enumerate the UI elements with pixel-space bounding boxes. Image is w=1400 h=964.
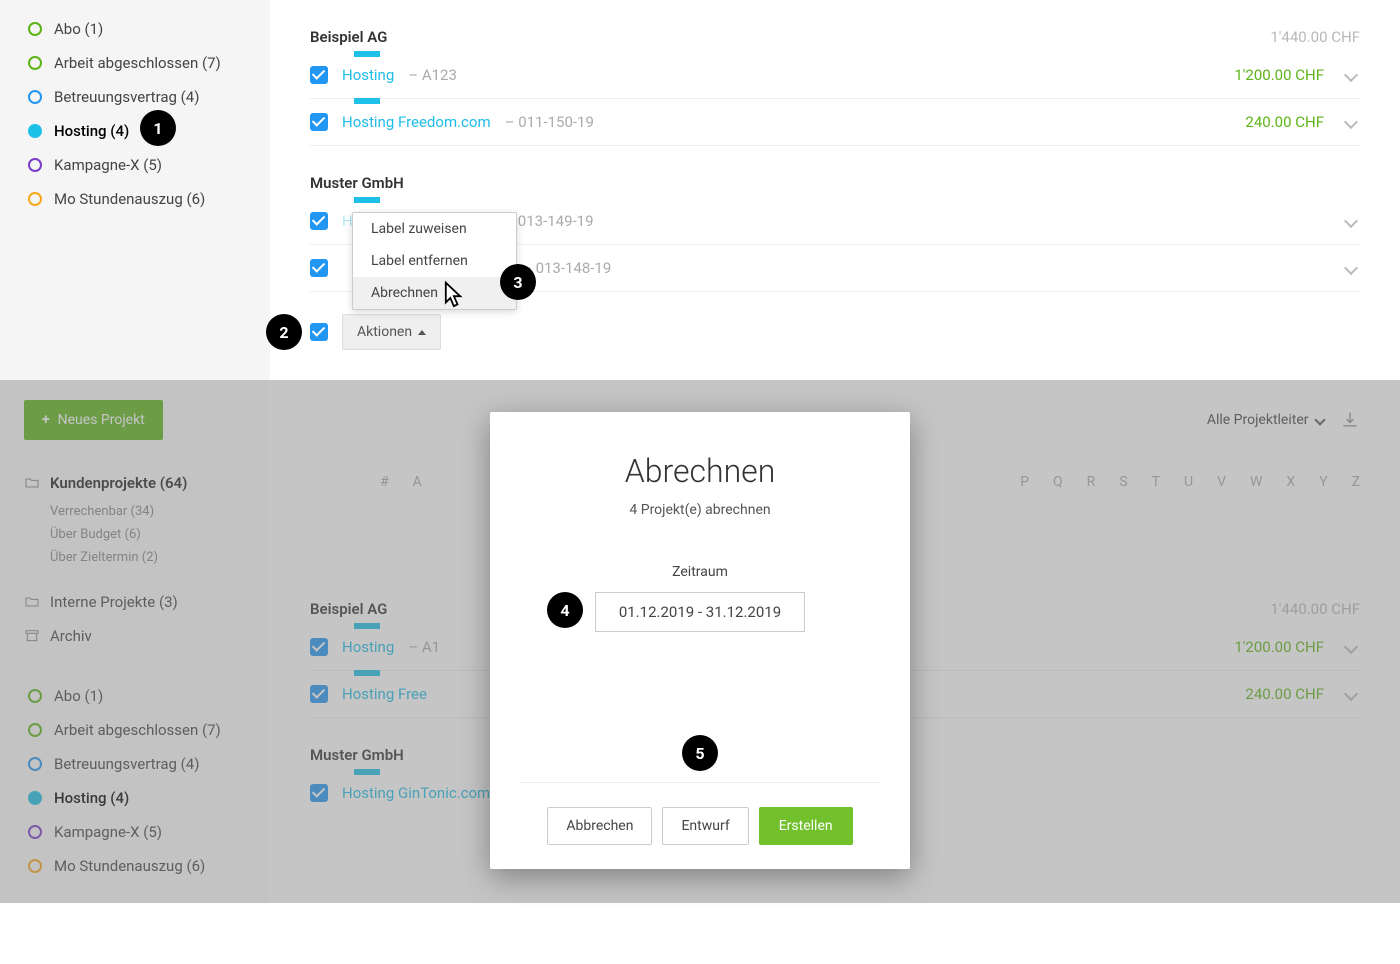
project-code: – 011-150-19 <box>505 113 594 131</box>
checkbox-select-all[interactable] <box>310 323 328 341</box>
actions-button[interactable]: Aktionen <box>342 314 441 350</box>
checkbox-icon[interactable] <box>310 212 328 230</box>
circle-icon <box>28 124 42 138</box>
step-badge-1: 1 <box>140 110 176 146</box>
label-text: Kampagne-X (5) <box>54 156 162 174</box>
actions-dropdown: Label zuweisen Label entfernen Abrechnen <box>352 212 517 310</box>
chevron-down-icon[interactable] <box>1344 261 1358 275</box>
accent-bar <box>354 197 380 203</box>
project-row[interactable]: Hosting Freedom.com – 011-150-19 240.00 … <box>310 99 1360 146</box>
project-link[interactable]: Hosting Freedom.com <box>342 113 491 131</box>
menu-label-zuweisen[interactable]: Label zuweisen <box>353 213 516 245</box>
draft-button[interactable]: Entwurf <box>662 807 748 845</box>
project-price: 240.00 CHF <box>1245 113 1324 131</box>
circle-icon <box>28 192 42 206</box>
menu-abrechnen[interactable]: Abrechnen <box>353 277 516 309</box>
project-link[interactable]: Hosting <box>342 66 394 84</box>
sidebar: Abo (1) Arbeit abgeschlossen (7) Betreuu… <box>0 0 270 380</box>
step-badge-5: 5 <box>682 735 718 771</box>
create-button[interactable]: Erstellen <box>759 807 853 845</box>
project-code: – A123 <box>408 66 457 84</box>
circle-icon <box>28 22 42 36</box>
modal-title: Abrechnen <box>520 452 880 490</box>
label-text: Arbeit abgeschlossen (7) <box>54 54 221 72</box>
checkbox-icon[interactable] <box>310 113 328 131</box>
field-label-zeitraum: Zeitraum <box>520 564 880 580</box>
actions-label: Aktionen <box>357 324 412 340</box>
label-text: Abo (1) <box>54 20 103 38</box>
project-price: 1'200.00 CHF <box>1234 66 1324 84</box>
group-title: Muster GmbH <box>310 174 404 192</box>
project-row[interactable]: Hosting – A123 1'200.00 CHF <box>310 52 1360 99</box>
label-text: Betreuungsvertrag (4) <box>54 88 199 106</box>
abrechnen-modal: Abrechnen 4 Projekt(e) abrechnen Zeitrau… <box>490 412 910 869</box>
label-filter-arbeit[interactable]: Arbeit abgeschlossen (7) <box>0 46 270 80</box>
group-title: Beispiel AG <box>310 28 387 46</box>
chevron-up-icon <box>418 330 426 335</box>
date-range-input[interactable] <box>595 592 805 632</box>
accent-bar <box>354 51 380 57</box>
checkbox-icon[interactable] <box>310 66 328 84</box>
step-badge-3: 3 <box>500 264 536 300</box>
label-filter-abo[interactable]: Abo (1) <box>0 12 270 46</box>
menu-label-entfernen[interactable]: Label entfernen <box>353 245 516 277</box>
label-filter-betreuung[interactable]: Betreuungsvertrag (4) <box>0 80 270 114</box>
circle-icon <box>28 56 42 70</box>
label-filter-kampagne[interactable]: Kampagne-X (5) <box>0 148 270 182</box>
chevron-down-icon[interactable] <box>1344 68 1358 82</box>
step-badge-4: 4 <box>547 592 583 628</box>
label-filter-stundenauszug[interactable]: Mo Stundenauszug (6) <box>0 182 270 216</box>
project-code: – 013-149-19 <box>504 212 593 230</box>
cancel-button[interactable]: Abbrechen <box>547 807 652 845</box>
accent-bar <box>354 98 380 104</box>
label-filter-hosting[interactable]: Hosting (4) 1 <box>0 114 270 148</box>
group-total: 1'440.00 CHF <box>1270 28 1360 46</box>
checkbox-icon[interactable] <box>310 259 328 277</box>
chevron-down-icon[interactable] <box>1344 214 1358 228</box>
circle-icon <box>28 90 42 104</box>
circle-icon <box>28 158 42 172</box>
project-list: Beispiel AG 1'440.00 CHF Hosting – A123 … <box>270 0 1400 380</box>
label-text: Hosting (4) <box>54 122 129 140</box>
chevron-down-icon[interactable] <box>1344 115 1358 129</box>
project-code: – 013-148-19 <box>522 259 611 277</box>
label-text: Mo Stundenauszug (6) <box>54 190 205 208</box>
modal-subtitle: 4 Projekt(e) abrechnen <box>520 502 880 518</box>
step-badge-2: 2 <box>266 314 302 350</box>
